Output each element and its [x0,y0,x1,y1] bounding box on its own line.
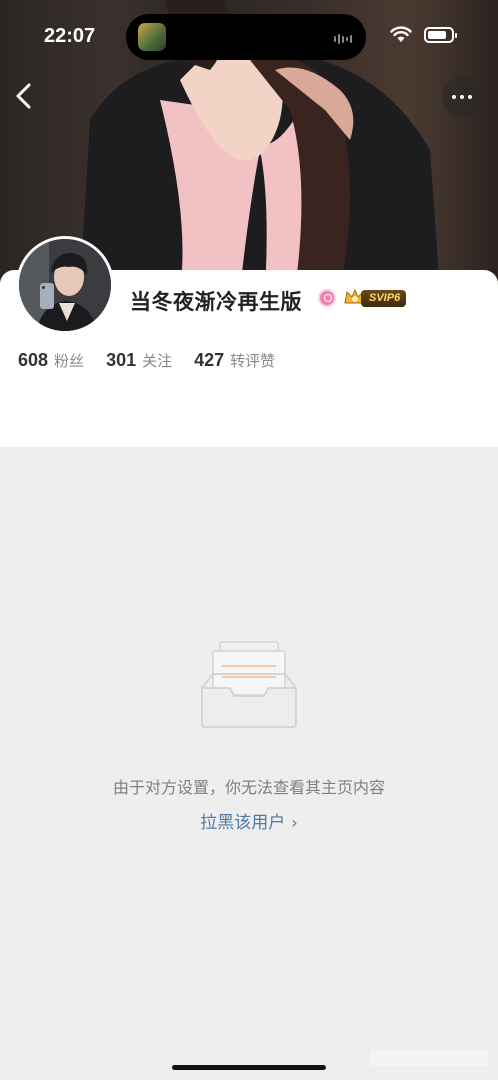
restricted-message: 由于对方设置，你无法查看其主页内容 [112,778,385,797]
watermark [370,1050,488,1066]
wifi-icon [390,26,412,42]
stat-followers[interactable]: 608 粉丝 [18,350,84,371]
profile-stats: 608 粉丝 301 关注 427 转评赞 [18,350,297,371]
empty-inbox-icon [201,641,297,728]
stat-label: 粉丝 [54,352,85,370]
vip-badge[interactable]: SVIP6 [343,287,407,309]
audio-wave-icon [334,34,352,44]
avatar[interactable] [16,236,114,334]
profile-card: 当冬夜渐冷再生版 SVIP6 608 粉丝 301 关注 427 转评赞 [0,236,498,447]
chevron-right-icon: › [291,813,298,832]
stat-count: 608 [18,350,49,370]
home-indicator[interactable] [172,1065,326,1070]
stat-label: 关注 [142,352,173,370]
stat-interactions[interactable]: 427 转评赞 [194,350,275,371]
back-button[interactable] [10,80,40,112]
block-user-link[interactable]: 拉黑该用户 › [0,808,498,833]
status-icons [390,26,457,43]
more-icon [452,95,456,99]
stat-label: 转评赞 [230,352,276,370]
battery-icon [424,26,457,43]
vip-level-label: SVIP6 [361,289,407,307]
stat-count: 427 [194,350,225,370]
block-user-label: 拉黑该用户 [200,813,286,833]
status-time: 22:07 [44,25,96,47]
verify-badge-icon[interactable] [318,289,336,307]
nickname: 当冬夜渐冷再生版 [130,290,302,314]
stat-count: 301 [106,350,137,370]
now-playing-thumbnail[interactable] [138,23,166,51]
stat-following[interactable]: 301 关注 [106,350,172,371]
dynamic-island [126,14,366,60]
more-button[interactable] [442,77,482,117]
avatar-image [19,239,111,331]
back-arrow-icon [16,83,31,109]
